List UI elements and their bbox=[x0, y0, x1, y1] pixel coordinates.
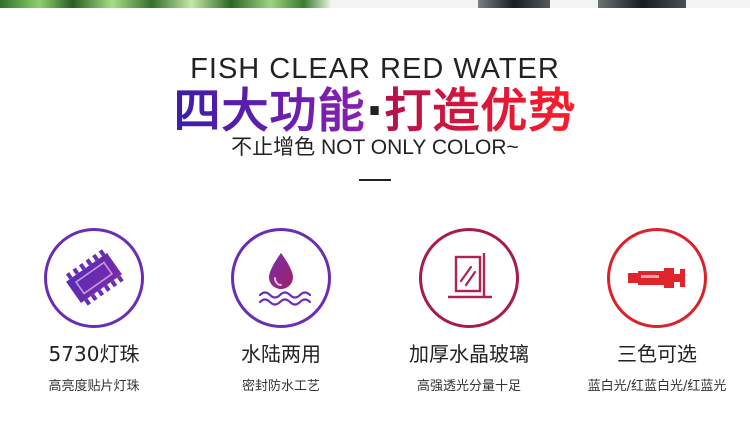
feature-glass: 加厚水晶玻璃 高强透光分量十足 bbox=[375, 228, 563, 428]
lamp-tube-image bbox=[478, 0, 550, 8]
lamp-tube-image bbox=[598, 0, 686, 8]
feature-icon-ring bbox=[44, 228, 144, 328]
subtitle: 不止增色 NOT ONLY COLOR~ bbox=[231, 136, 519, 159]
top-banner-strip bbox=[0, 0, 750, 8]
feature-description: 蓝白光/红蓝白光/红蓝光 bbox=[587, 379, 727, 394]
title-chinese-part1: 四大功能 bbox=[173, 84, 366, 139]
feature-title: 三色可选 bbox=[617, 342, 697, 366]
feature-icon-ring bbox=[607, 228, 707, 328]
light-tube-icon bbox=[628, 268, 685, 288]
title-chinese: 四大功能·打造优势 bbox=[0, 84, 750, 140]
glass-panel-icon bbox=[448, 253, 492, 299]
feature-led: 5730灯珠 高亮度贴片灯珠 bbox=[0, 228, 188, 428]
waterproof-drop-icon bbox=[258, 253, 312, 306]
title-separator-dot: · bbox=[365, 84, 385, 139]
feature-icon-ring bbox=[231, 228, 331, 328]
feature-title: 5730灯珠 bbox=[48, 342, 140, 366]
feature-colors: 三色可选 蓝白光/红蓝白光/红蓝光 bbox=[563, 228, 750, 428]
feature-description: 高亮度贴片灯珠 bbox=[48, 379, 140, 394]
feature-icon-ring bbox=[419, 228, 519, 328]
led-strip-icon bbox=[65, 249, 124, 306]
feature-title: 加厚水晶玻璃 bbox=[409, 342, 529, 366]
feature-title: 水陆两用 bbox=[241, 342, 321, 366]
divider-line bbox=[359, 179, 391, 181]
title-chinese-part2: 打造优势 bbox=[384, 84, 577, 139]
feature-waterproof: 水陆两用 密封防水工艺 bbox=[187, 228, 375, 428]
plant-foliage-image bbox=[0, 0, 330, 8]
feature-description: 密封防水工艺 bbox=[241, 379, 320, 394]
feature-description: 高强透光分量十足 bbox=[416, 379, 521, 394]
title-english: FISH CLEAR RED WATER bbox=[190, 53, 560, 85]
